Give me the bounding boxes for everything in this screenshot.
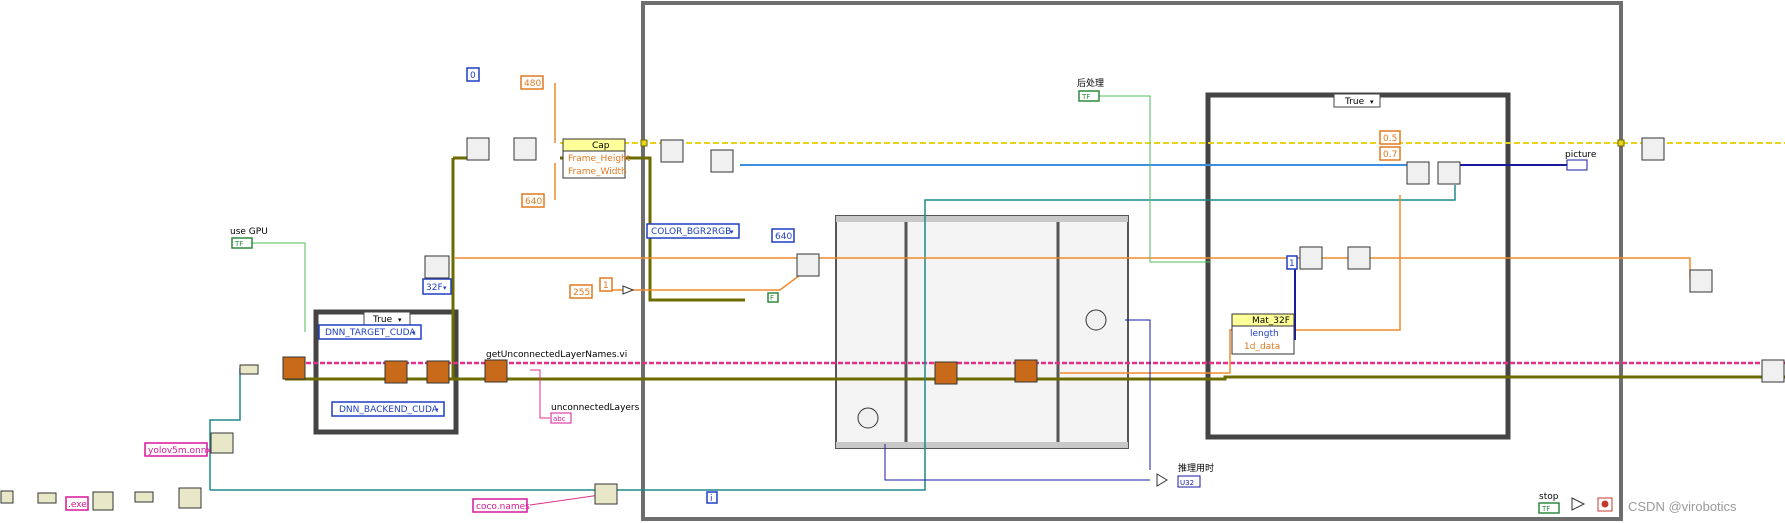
svg-text:Frame_Height: Frame_Height [568,154,631,164]
dnn-target-cuda-ring[interactable]: DNN_TARGET_CUDA ▾ [318,324,422,340]
svg-text:U32: U32 [1180,479,1194,487]
svg-text:DNN_TARGET_CUDA: DNN_TARGET_CUDA [325,328,416,338]
flat-sequence[interactable] [835,215,1129,449]
const-0-5[interactable]: 0.5 [1379,130,1401,145]
svg-text:.exe: .exe [68,500,87,510]
svg-text:1: 1 [1289,259,1295,269]
wire-teal-left [209,368,241,490]
unconnected-layers-label: unconnectedLayers [551,403,640,413]
wire-green-gpu [245,242,306,332]
svg-text:DNN_BACKEND_CUDA: DNN_BACKEND_CUDA [339,405,439,415]
svg-text:640: 640 [775,232,792,242]
dtype-32f-ring[interactable]: 32F ▾ [422,278,452,295]
picture-label: picture [1565,150,1597,160]
use-gpu-label: use GPU [230,227,268,237]
exe-ext-const[interactable]: .exe [65,496,89,511]
svg-text:1: 1 [603,281,609,291]
svg-text:TF: TF [1541,505,1550,513]
const-0-7[interactable]: 0.7 [1379,146,1401,161]
gpu-case-arrow-icon: ▾ [398,316,402,324]
postprocess-label: 后处理 [1077,77,1104,89]
stop-terminal [1597,497,1613,512]
svg-text:0.5: 0.5 [1383,134,1397,144]
while-loop[interactable] [641,1,1623,521]
inference-time-indicator: U32 [1177,475,1201,488]
svg-text:abc: abc [553,415,566,423]
case-selector-label: True [1344,97,1365,107]
svg-text:32F: 32F [426,283,443,293]
const-1-blue[interactable]: 1 [1286,255,1298,270]
get-unconnected-label: getUnconnectedLayerNames.vi [486,350,627,360]
stop-label: stop [1539,492,1559,502]
const-f[interactable]: F [767,292,779,303]
svg-text:Cap: Cap [592,141,610,151]
svg-text:▾: ▾ [730,228,734,236]
svg-text:Frame_Width: Frame_Width [568,167,627,177]
svg-text:length: length [1250,329,1279,339]
svg-text:▾: ▾ [412,329,416,337]
coco-names-const[interactable]: coco.names [472,498,530,513]
unconnected-layers-indicator: abc [550,412,572,424]
wire-olive-upper [451,156,745,379]
svg-text:yolov5m.onnx: yolov5m.onnx [148,446,212,456]
use-gpu-control[interactable]: TF [231,237,253,249]
svg-text:0: 0 [470,71,476,81]
svg-text:Mat_32F: Mat_32F [1252,316,1290,326]
case-arrow-icon: ▾ [1370,98,1374,106]
inference-time-label: 推理用时 [1178,462,1214,474]
svg-text:TF: TF [1081,93,1090,101]
dnn-backend-cuda-ring[interactable]: DNN_BACKEND_CUDA ▾ [331,401,445,417]
svg-text:0.7: 0.7 [1383,150,1397,160]
wire-coco [529,494,601,506]
const-640-size[interactable]: 640 [771,228,795,243]
const-480[interactable]: 480 [520,75,544,90]
iteration-terminal: i [706,491,718,504]
block-diagram: True ▾ True ▾ use GPU getUnconnectedLaye… [0,1,1785,521]
svg-text:480: 480 [524,79,541,89]
mat-property-node[interactable]: Mat_32F length 1d_data [1231,313,1295,355]
stop-control[interactable]: TF [1538,502,1560,514]
picture-indicator [1566,159,1588,171]
svg-text:255: 255 [573,288,590,298]
postprocess-control[interactable]: TF [1078,90,1100,102]
color-bgr2rgb-ring[interactable]: COLOR_BGR2RGB ▾ [646,223,740,239]
svg-text:F: F [770,294,774,302]
model-path-const[interactable]: yolov5m.onnx [144,442,212,457]
const-255[interactable]: 255 [569,284,593,299]
svg-text:TF: TF [234,240,243,248]
wire-orange-3 [600,274,801,291]
svg-text:1d_data: 1d_data [1244,342,1280,352]
svg-text:i: i [710,494,713,504]
const-640-frame[interactable]: 640 [521,193,545,208]
const-1[interactable]: 1 [599,277,613,292]
svg-text:▾: ▾ [443,284,447,292]
svg-text:640: 640 [525,197,542,207]
watermark: CSDN @virobotics [1628,499,1737,514]
wire-pink-unconnected [530,369,550,419]
svg-text:▾: ▾ [435,406,439,414]
svg-text:COLOR_BGR2RGB: COLOR_BGR2RGB [651,227,731,237]
const-zero[interactable]: 0 [466,67,480,82]
cap-property-node[interactable]: Cap Frame_Height Frame_Width [562,138,631,179]
gpu-case-selector: True [372,315,393,325]
svg-text:coco.names: coco.names [476,502,530,512]
